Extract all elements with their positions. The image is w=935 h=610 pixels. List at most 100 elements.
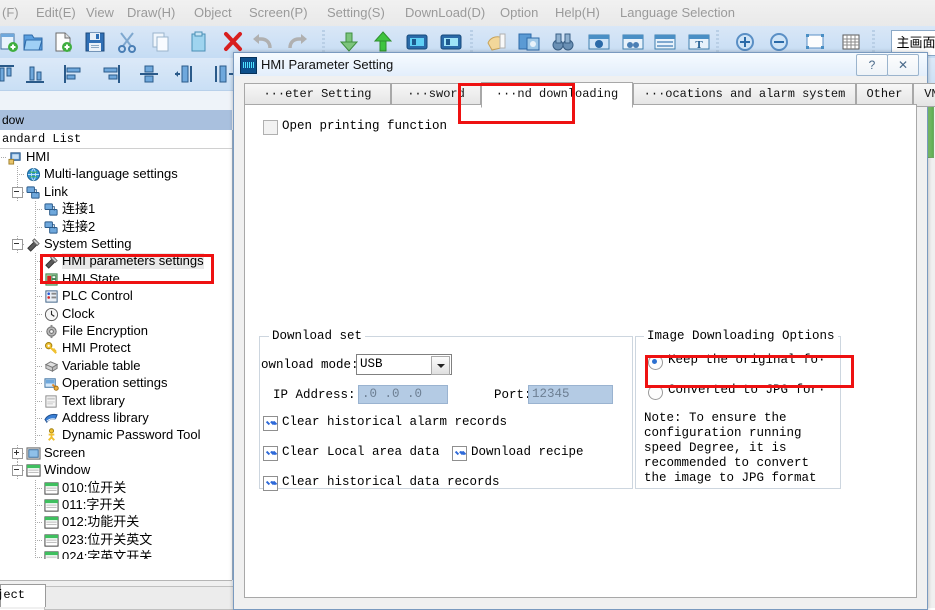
cut-scissors-button[interactable]: [114, 29, 140, 55]
tree-item[interactable]: PLC Control: [0, 288, 232, 304]
tree-item-label: 011:字开关: [62, 497, 125, 513]
new-project-icon: [0, 29, 22, 55]
clear-alarm-records-checkbox[interactable]: [263, 416, 278, 431]
menu-item-download-d[interactable]: DownLoad(D): [405, 5, 485, 20]
project-tree[interactable]: HMIMulti-language settings Link连接1 连接2Syst…: [0, 149, 232, 559]
paste-button[interactable]: [186, 29, 212, 55]
tree-item[interactable]: 024:字英文开关: [0, 549, 232, 559]
port-input[interactable]: 12345: [528, 385, 613, 404]
open-folder-button[interactable]: [20, 29, 46, 55]
tree-expand-icon[interactable]: [12, 448, 23, 459]
dialog-tab-strip[interactable]: ···eter Setting···sword···nd downloading…: [244, 83, 917, 105]
new-file-button[interactable]: [50, 29, 76, 55]
tree-item-selected[interactable]: HMI parameters settings: [0, 253, 232, 269]
new-project-button[interactable]: [0, 29, 22, 55]
keep-original-format-radio[interactable]: [648, 355, 663, 370]
align-top-icon: [0, 61, 18, 87]
hmi-parameter-setting-dialog[interactable]: HMI Parameter Setting ? ✕ ···eter Settin…: [233, 52, 928, 610]
tree-item[interactable]: Clock: [0, 306, 232, 322]
clock-icon: [44, 307, 58, 321]
tree-item[interactable]: 连接1: [0, 201, 232, 217]
tree-item-label: 连接1: [62, 201, 95, 217]
tree-item[interactable]: System Setting: [0, 236, 232, 252]
menu-item-help-h[interactable]: Help(H): [555, 5, 600, 20]
tree-item[interactable]: Dynamic Password Tool: [0, 427, 232, 443]
download-recipe-checkbox[interactable]: [452, 446, 467, 461]
tree-item[interactable]: File Encryption: [0, 323, 232, 339]
menu-item-f[interactable]: (F): [2, 5, 19, 20]
convert-jpg-radio[interactable]: [648, 385, 663, 400]
image-options-title: Image Downloading Options: [644, 329, 838, 343]
download-mode-select[interactable]: USB: [356, 354, 452, 375]
tree-item[interactable]: HMI: [0, 149, 232, 165]
tree-collapse-icon[interactable]: [12, 465, 23, 476]
tree-item[interactable]: HMI State: [0, 271, 232, 287]
tree-connector: [17, 174, 25, 175]
tree-connector: [35, 296, 43, 297]
tree-item[interactable]: Operation settings: [0, 375, 232, 391]
align-left-button[interactable]: [60, 61, 86, 87]
ip-address-input[interactable]: .0 .0 .0: [358, 385, 448, 404]
tree-item[interactable]: 012:功能开关: [0, 514, 232, 530]
tree-item[interactable]: Variable table: [0, 358, 232, 374]
tree-item[interactable]: Multi-language settings: [0, 166, 232, 182]
tree-item-label: Address library: [62, 410, 149, 426]
align-top-button[interactable]: [0, 61, 18, 87]
tree-item-label: Multi-language settings: [44, 166, 178, 182]
new-file-icon: [50, 29, 76, 55]
project-tab-label: oject: [0, 588, 25, 602]
close-button[interactable]: ✕: [887, 54, 919, 76]
toolbar-separator: [872, 30, 875, 54]
tree-item[interactable]: 023:位开关英文: [0, 532, 232, 548]
tree-item[interactable]: 连接2: [0, 219, 232, 235]
tree-connector: [35, 522, 43, 523]
tree-item[interactable]: Link: [0, 184, 232, 200]
tree-item[interactable]: Window: [0, 462, 232, 478]
tree-connector: [35, 401, 43, 402]
tree-connector: [35, 348, 43, 349]
open-printing-label: Open printing function: [282, 119, 447, 133]
copy-button[interactable]: [148, 29, 174, 55]
menu-item-language-selection[interactable]: Language Selection: [620, 5, 735, 20]
tree-item[interactable]: Screen: [0, 445, 232, 461]
dialog-title: HMI Parameter Setting: [261, 57, 393, 72]
toolbar-separator: [322, 30, 325, 54]
tree-collapse-icon[interactable]: [12, 239, 23, 250]
menu-item-option[interactable]: Option: [500, 5, 538, 20]
tree-item[interactable]: 011:字开关: [0, 497, 232, 513]
menu-item-draw-h[interactable]: Draw(H): [127, 5, 175, 20]
tree-item-label: Text library: [62, 393, 125, 409]
tree-item-label: Variable table: [62, 358, 141, 374]
project-tab[interactable]: oject: [0, 584, 46, 607]
chevron-down-icon[interactable]: [431, 356, 450, 375]
menu-item-view[interactable]: View: [86, 5, 114, 20]
dialog-tab-2[interactable]: ···nd downloading: [481, 82, 633, 108]
tree-collapse-icon[interactable]: [12, 187, 23, 198]
clear-alarm-records-label: Clear historical alarm records: [282, 415, 507, 429]
clear-data-records-checkbox[interactable]: [263, 476, 278, 491]
tree-connector: [35, 314, 43, 315]
menu-item-setting-s[interactable]: Setting(S): [327, 5, 385, 20]
help-button[interactable]: ?: [856, 54, 888, 76]
align-right-button[interactable]: [98, 61, 124, 87]
clear-data-records-label: Clear historical data records: [282, 475, 500, 489]
tree-item-label: 010:位开关: [62, 480, 126, 496]
dialog-title-bar[interactable]: HMI Parameter Setting ? ✕: [234, 53, 927, 76]
clear-local-area-data-checkbox[interactable]: [263, 446, 278, 461]
align-bottom-button[interactable]: [22, 61, 48, 87]
tree-item[interactable]: HMI Protect: [0, 340, 232, 356]
open-printing-checkbox[interactable]: [263, 120, 278, 135]
save-button[interactable]: [82, 29, 108, 55]
tree-item-label: 023:位开关英文: [62, 532, 152, 548]
menu-item-object[interactable]: Object: [194, 5, 232, 20]
text-library-icon: [44, 394, 58, 408]
tree-item[interactable]: 010:位开关: [0, 480, 232, 496]
tree-item[interactable]: Address library: [0, 410, 232, 426]
window-icon: [44, 481, 58, 495]
menu-item-screen-p[interactable]: Screen(P): [249, 5, 308, 20]
distribute-left-button[interactable]: [172, 61, 198, 87]
menu-item-edit-e[interactable]: Edit(E): [36, 5, 76, 20]
center-vertical-button[interactable]: [136, 61, 162, 87]
window-icon: [44, 498, 58, 512]
tree-item[interactable]: Text library: [0, 393, 232, 409]
